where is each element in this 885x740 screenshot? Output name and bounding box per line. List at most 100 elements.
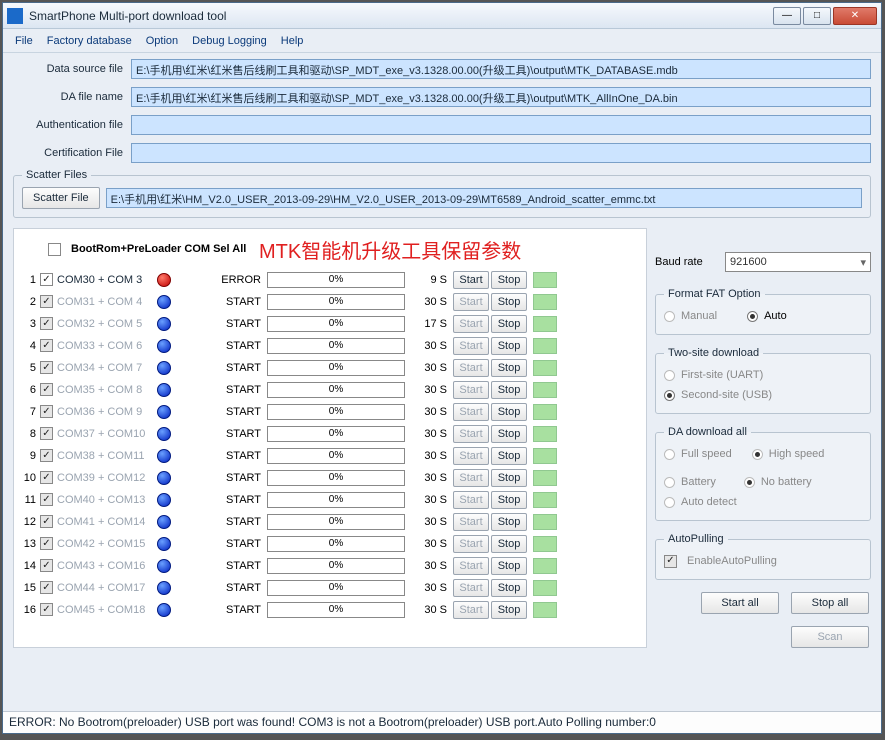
port-index: 14 bbox=[22, 560, 40, 572]
maximize-button[interactable]: □ bbox=[803, 7, 831, 25]
port-checkbox[interactable] bbox=[40, 427, 53, 440]
port-checkbox[interactable] bbox=[40, 537, 53, 550]
port-checkbox[interactable] bbox=[40, 559, 53, 572]
select-all-checkbox[interactable] bbox=[48, 243, 61, 256]
first-site-radio[interactable] bbox=[664, 370, 675, 381]
menu-help[interactable]: Help bbox=[281, 35, 304, 47]
stop-button[interactable]: Stop bbox=[491, 513, 527, 531]
port-checkbox[interactable] bbox=[40, 361, 53, 374]
start-button[interactable]: Start bbox=[453, 403, 489, 421]
scan-button[interactable]: Scan bbox=[791, 626, 869, 648]
port-index: 2 bbox=[22, 296, 40, 308]
port-status: START bbox=[209, 406, 267, 418]
port-status: START bbox=[209, 560, 267, 572]
menu-factory-database[interactable]: Factory database bbox=[47, 35, 132, 47]
elapsed-time: 30 S bbox=[417, 384, 453, 396]
stop-button[interactable]: Stop bbox=[491, 337, 527, 355]
start-button[interactable]: Start bbox=[453, 447, 489, 465]
stop-button[interactable]: Stop bbox=[491, 601, 527, 619]
enable-autopulling-checkbox[interactable] bbox=[664, 555, 677, 568]
scatter-file-button[interactable]: Scatter File bbox=[22, 187, 100, 209]
menu-option[interactable]: Option bbox=[146, 35, 178, 47]
manual-radio[interactable] bbox=[664, 311, 675, 322]
start-button[interactable]: Start bbox=[453, 535, 489, 553]
stop-button[interactable]: Stop bbox=[491, 403, 527, 421]
start-button[interactable]: Start bbox=[453, 337, 489, 355]
stop-button[interactable]: Stop bbox=[491, 491, 527, 509]
stop-button[interactable]: Stop bbox=[491, 469, 527, 487]
status-dot-icon bbox=[157, 295, 171, 309]
start-button[interactable]: Start bbox=[453, 557, 489, 575]
high-speed-radio[interactable] bbox=[752, 449, 763, 460]
start-all-button[interactable]: Start all bbox=[701, 592, 779, 614]
port-name: COM43 + COM16 bbox=[57, 560, 155, 572]
stop-button[interactable]: Stop bbox=[491, 293, 527, 311]
data-source-input[interactable]: E:\手机用\红米\红米售后线刷工具和驱动\SP_MDT_exe_v3.1328… bbox=[131, 59, 871, 79]
port-status: ERROR bbox=[209, 274, 267, 286]
port-checkbox[interactable] bbox=[40, 515, 53, 528]
port-row: 16COM45 + COM18START0%30 SStartStop bbox=[22, 599, 638, 620]
elapsed-time: 30 S bbox=[417, 362, 453, 374]
auto-radio[interactable] bbox=[747, 311, 758, 322]
titlebar[interactable]: SmartPhone Multi-port download tool — □ … bbox=[3, 3, 881, 29]
stop-button[interactable]: Stop bbox=[491, 315, 527, 333]
port-name: COM36 + COM 9 bbox=[57, 406, 155, 418]
start-button[interactable]: Start bbox=[453, 271, 489, 289]
start-button[interactable]: Start bbox=[453, 425, 489, 443]
port-checkbox[interactable] bbox=[40, 295, 53, 308]
stop-button[interactable]: Stop bbox=[491, 271, 527, 289]
battery-label: Battery bbox=[681, 476, 716, 488]
full-speed-radio[interactable] bbox=[664, 449, 675, 460]
second-site-radio[interactable] bbox=[664, 390, 675, 401]
start-button[interactable]: Start bbox=[453, 469, 489, 487]
stop-button[interactable]: Stop bbox=[491, 579, 527, 597]
port-checkbox[interactable] bbox=[40, 603, 53, 616]
color-swatch bbox=[533, 602, 557, 618]
da-file-input[interactable]: E:\手机用\红米\红米售后线刷工具和驱动\SP_MDT_exe_v3.1328… bbox=[131, 87, 871, 107]
port-index: 9 bbox=[22, 450, 40, 462]
start-button[interactable]: Start bbox=[453, 381, 489, 399]
autopulling-legend: AutoPulling bbox=[664, 533, 728, 545]
start-button[interactable]: Start bbox=[453, 315, 489, 333]
port-index: 11 bbox=[22, 494, 40, 506]
two-site-fieldset: Two-site download First-site (UART) Seco… bbox=[655, 347, 871, 414]
port-name: COM35 + COM 8 bbox=[57, 384, 155, 396]
scatter-file-input[interactable]: E:\手机用\红米\HM_V2.0_USER_2013-09-29\HM_V2.… bbox=[106, 188, 862, 208]
stop-button[interactable]: Stop bbox=[491, 535, 527, 553]
battery-radio[interactable] bbox=[664, 477, 675, 488]
minimize-button[interactable]: — bbox=[773, 7, 801, 25]
cert-file-input[interactable] bbox=[131, 143, 871, 163]
baud-select[interactable]: 921600 bbox=[725, 252, 871, 272]
stop-button[interactable]: Stop bbox=[491, 359, 527, 377]
menu-debug-logging[interactable]: Debug Logging bbox=[192, 35, 267, 47]
stop-button[interactable]: Stop bbox=[491, 425, 527, 443]
port-checkbox[interactable] bbox=[40, 471, 53, 484]
color-swatch bbox=[533, 536, 557, 552]
port-checkbox[interactable] bbox=[40, 339, 53, 352]
stop-all-button[interactable]: Stop all bbox=[791, 592, 869, 614]
close-button[interactable]: ✕ bbox=[833, 7, 877, 25]
stop-button[interactable]: Stop bbox=[491, 447, 527, 465]
start-button[interactable]: Start bbox=[453, 359, 489, 377]
progress-bar: 0% bbox=[267, 316, 405, 332]
port-checkbox[interactable] bbox=[40, 581, 53, 594]
stop-button[interactable]: Stop bbox=[491, 557, 527, 575]
port-checkbox[interactable] bbox=[40, 405, 53, 418]
status-dot-icon bbox=[157, 405, 171, 419]
start-button[interactable]: Start bbox=[453, 513, 489, 531]
no-battery-radio[interactable] bbox=[744, 477, 755, 488]
port-checkbox[interactable] bbox=[40, 449, 53, 462]
port-checkbox[interactable] bbox=[40, 317, 53, 330]
port-checkbox[interactable] bbox=[40, 493, 53, 506]
start-button[interactable]: Start bbox=[453, 293, 489, 311]
auto-detect-radio[interactable] bbox=[664, 497, 675, 508]
port-checkbox[interactable] bbox=[40, 383, 53, 396]
port-checkbox[interactable] bbox=[40, 273, 53, 286]
stop-button[interactable]: Stop bbox=[491, 381, 527, 399]
start-button[interactable]: Start bbox=[453, 579, 489, 597]
auth-file-input[interactable] bbox=[131, 115, 871, 135]
menu-file[interactable]: File bbox=[15, 35, 33, 47]
status-dot-icon bbox=[157, 603, 171, 617]
start-button[interactable]: Start bbox=[453, 491, 489, 509]
start-button[interactable]: Start bbox=[453, 601, 489, 619]
